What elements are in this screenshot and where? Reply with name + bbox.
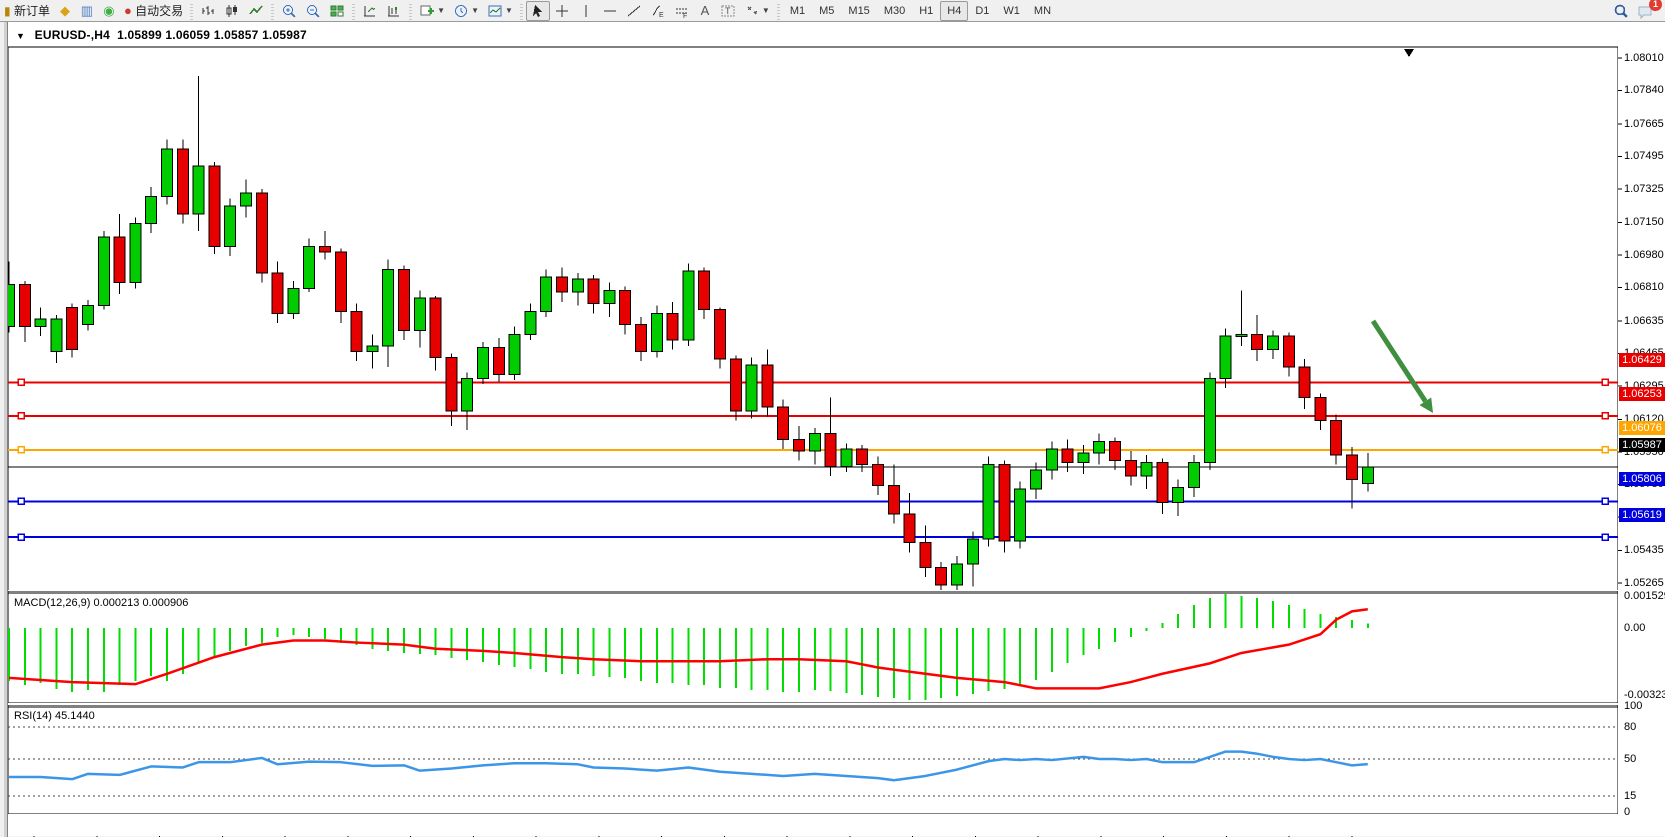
symbol-period-label: EURUSD-,H4 bbox=[35, 28, 110, 42]
arrows-dropdown[interactable]: ▼ bbox=[740, 1, 774, 21]
text-label-icon[interactable]: T bbox=[716, 1, 740, 21]
line-price-label: 1.05619 bbox=[1619, 508, 1665, 522]
rsi-pane[interactable] bbox=[8, 705, 1618, 814]
trendline-icon[interactable] bbox=[622, 1, 646, 21]
ohlc-open: 1.05899 bbox=[117, 28, 162, 42]
rsi-axis-label: 100 bbox=[1624, 700, 1665, 712]
chart-window[interactable]: ▼ EURUSD-,H4 1.05899 1.06059 1.05857 1.0… bbox=[0, 22, 1665, 837]
symbols-gold-icon[interactable]: ◆ bbox=[54, 1, 76, 21]
ohlc-low: 1.05857 bbox=[214, 28, 259, 42]
rsi-axis-label: 50 bbox=[1624, 753, 1665, 765]
price-tick-label: 1.07495 bbox=[1624, 150, 1665, 162]
line-price-label: 1.06076 bbox=[1619, 421, 1665, 435]
crosshair-icon[interactable] bbox=[550, 1, 574, 21]
arrange-indicators-icon[interactable] bbox=[358, 1, 382, 21]
new-order-button[interactable]: ▮ 新订单 bbox=[0, 1, 54, 21]
macd-axis-label: 0.00 bbox=[1624, 622, 1665, 634]
price-tick-label: 1.07325 bbox=[1624, 183, 1665, 195]
rsi-axis-label: 0 bbox=[1624, 806, 1665, 818]
svg-text:E: E bbox=[659, 12, 664, 19]
svg-text:F: F bbox=[683, 13, 687, 19]
chat-icon[interactable]: 1 bbox=[1633, 1, 1657, 21]
rsi-label: RSI(14) 45.1440 bbox=[14, 710, 95, 722]
price-tick-label: 1.07665 bbox=[1624, 118, 1665, 130]
macd-pane[interactable] bbox=[8, 591, 1618, 703]
new-order-icon: ▮ bbox=[4, 4, 11, 18]
line-price-label: 1.05806 bbox=[1619, 472, 1665, 486]
zoom-in-icon[interactable] bbox=[277, 1, 301, 21]
arrange-periods-icon[interactable] bbox=[382, 1, 406, 21]
timeframe-button-w1[interactable]: W1 bbox=[996, 1, 1027, 21]
toolbar: ▮ 新订单◆▥◉● 自动交易▼▼▼EFAT▼M1M5M15M30H1H4D1W1… bbox=[0, 0, 1665, 22]
horizontal-line-icon[interactable] bbox=[598, 1, 622, 21]
rsi-axis-label: 80 bbox=[1624, 721, 1665, 733]
rsi-value: 45.1440 bbox=[55, 710, 95, 722]
ohlc-close: 1.05987 bbox=[262, 28, 307, 42]
left-splitter[interactable] bbox=[0, 22, 8, 837]
timeframe-button-m1[interactable]: M1 bbox=[783, 1, 812, 21]
search-icon[interactable] bbox=[1609, 1, 1633, 21]
line-price-label: 1.06429 bbox=[1619, 353, 1665, 367]
zoom-out-icon[interactable] bbox=[301, 1, 325, 21]
macd-signal-value: 0.000906 bbox=[142, 597, 188, 609]
price-tick-label: 1.07840 bbox=[1624, 84, 1665, 96]
price-tick-label: 1.06810 bbox=[1624, 281, 1665, 293]
bar-chart-icon[interactable] bbox=[196, 1, 220, 21]
line-price-label: 1.06253 bbox=[1619, 387, 1665, 401]
toolbar-separator bbox=[269, 2, 276, 20]
toolbar-separator bbox=[407, 2, 414, 20]
price-tick-label: 1.05435 bbox=[1624, 544, 1665, 556]
macd-axis-label: 0.001529 bbox=[1624, 590, 1665, 602]
toolbar-separator bbox=[188, 2, 195, 20]
market-watch-icon[interactable]: ▥ bbox=[76, 1, 98, 21]
macd-label: MACD(12,26,9) 0.000213 0.000906 bbox=[14, 597, 188, 609]
new-chart-dropdown[interactable]: ▼ bbox=[415, 1, 449, 21]
price-tick-label: 1.07150 bbox=[1624, 216, 1665, 228]
mt4-application: ▮ 新订单◆▥◉● 自动交易▼▼▼EFAT▼M1M5M15M30H1H4D1W1… bbox=[0, 0, 1665, 837]
fibonacci-icon[interactable]: E bbox=[646, 1, 670, 21]
channel-icon[interactable]: F bbox=[670, 1, 694, 21]
svg-text:T: T bbox=[725, 6, 731, 16]
template-dropdown[interactable]: ▼ bbox=[483, 1, 517, 21]
vertical-line-icon[interactable] bbox=[574, 1, 598, 21]
signals-icon[interactable]: ◉ bbox=[98, 1, 120, 21]
timeframe-button-m15[interactable]: M15 bbox=[841, 1, 876, 21]
notification-badge: 1 bbox=[1649, 0, 1662, 11]
timeframe-button-h1[interactable]: H1 bbox=[912, 1, 940, 21]
candlestick-chart-icon[interactable] bbox=[220, 1, 244, 21]
toolbar-separator bbox=[350, 2, 357, 20]
timeframe-button-mn[interactable]: MN bbox=[1027, 1, 1058, 21]
price-tick-label: 1.06980 bbox=[1624, 249, 1665, 261]
rsi-axis-label: 15 bbox=[1624, 790, 1665, 802]
price-tick-label: 1.08010 bbox=[1624, 52, 1665, 64]
text-icon[interactable]: A bbox=[694, 1, 716, 21]
timeframe-button-h4[interactable]: H4 bbox=[940, 1, 968, 21]
main-price-chart[interactable] bbox=[8, 25, 1618, 590]
line-chart-icon[interactable] bbox=[244, 1, 268, 21]
cursor-icon[interactable] bbox=[526, 1, 550, 21]
toolbar-separator bbox=[518, 2, 525, 20]
profiles-clock-dropdown[interactable]: ▼ bbox=[449, 1, 483, 21]
tile-windows-icon[interactable] bbox=[325, 1, 349, 21]
chart-title: ▼ EURUSD-,H4 1.05899 1.06059 1.05857 1.0… bbox=[16, 28, 307, 42]
current-price-label: 1.05987 bbox=[1619, 438, 1665, 452]
price-tick-label: 1.06635 bbox=[1624, 315, 1665, 327]
toolbar-separator bbox=[775, 2, 782, 20]
autotrade-button[interactable]: ● 自动交易 bbox=[120, 1, 187, 21]
collapse-triangle-icon[interactable]: ▼ bbox=[16, 31, 25, 41]
ohlc-high: 1.06059 bbox=[165, 28, 210, 42]
timeframe-button-m30[interactable]: M30 bbox=[877, 1, 912, 21]
timeframe-button-m5[interactable]: M5 bbox=[812, 1, 841, 21]
price-tick-label: 1.05265 bbox=[1624, 577, 1665, 589]
timeframe-button-d1[interactable]: D1 bbox=[968, 1, 996, 21]
macd-main-value: 0.000213 bbox=[93, 597, 139, 609]
